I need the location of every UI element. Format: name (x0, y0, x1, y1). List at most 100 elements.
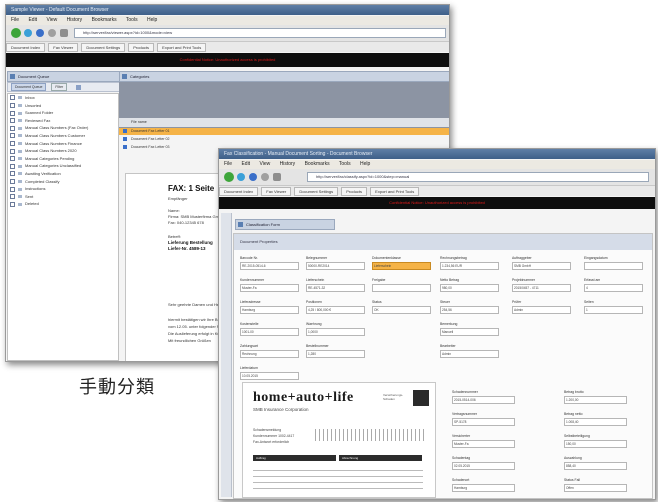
form-field-input[interactable]: SMB GmbH (512, 262, 571, 270)
doc-field-input[interactable]: 2015-0514-006 (452, 396, 515, 404)
tab-document-settings[interactable]: Document Settings (294, 187, 339, 196)
tab-export-print[interactable]: Export and Print Tools (157, 43, 207, 52)
doc-field-input[interactable]: 02.05.2015 (452, 462, 515, 470)
forward-arrow-icon[interactable] (24, 29, 32, 37)
form-field-input[interactable]: Admin (440, 350, 499, 358)
form-field-input[interactable]: 1,280 (306, 350, 365, 358)
checkbox-icon[interactable] (10, 171, 15, 177)
forward-arrow-icon[interactable] (237, 173, 245, 181)
doc-field-input[interactable]: 150,00 (564, 440, 627, 448)
menu-help[interactable]: Help (147, 17, 157, 23)
form-field-input[interactable]: Hamburg (240, 306, 299, 314)
checkbox-icon[interactable] (10, 148, 15, 154)
form-field-input[interactable]: Lieferschein (372, 262, 431, 270)
tab-products[interactable]: Products (341, 187, 368, 196)
tree-item[interactable]: Unsorted (8, 102, 118, 110)
tab-export-print[interactable]: Export and Print Tools (370, 187, 420, 196)
checkbox-icon[interactable] (10, 163, 15, 169)
tree-item[interactable]: Manual Categories Unclassified (8, 162, 118, 170)
form-field-input[interactable]: Rechnung (240, 350, 299, 358)
form-field-input[interactable]: RE-2015-0514-6 (240, 262, 299, 270)
checkbox-icon[interactable] (10, 125, 15, 131)
tree-item[interactable]: Reviewed Fax (8, 117, 118, 125)
menu-history[interactable]: History (67, 17, 83, 23)
form-field-input[interactable] (584, 262, 643, 270)
tab-fax-viewer[interactable]: Fax Viewer (48, 43, 79, 52)
checkbox-icon[interactable] (10, 141, 15, 146)
doc-field-input[interactable]: 858,40 (564, 462, 627, 470)
tab-document-index[interactable]: Document Index (6, 43, 46, 52)
home-icon[interactable] (60, 29, 68, 37)
checkbox-icon[interactable] (10, 118, 15, 124)
form-field-input[interactable]: 1,0000 (306, 328, 365, 336)
tree-item[interactable]: Deleted (8, 200, 118, 208)
doc-field-input[interactable]: Muster-Fa (452, 440, 515, 448)
tab-document-settings[interactable]: Document Settings (81, 43, 126, 52)
menu-bookmarks[interactable]: Bookmarks (92, 17, 117, 23)
menu-edit[interactable]: Edit (28, 17, 37, 23)
home-icon[interactable] (273, 173, 281, 181)
checkbox-icon[interactable] (10, 186, 15, 192)
tab-fax-viewer[interactable]: Fax Viewer (261, 187, 292, 196)
form-field-input[interactable]: 4,25 / 800,000 € (306, 306, 365, 314)
form-field-input[interactable]: 4 (584, 284, 643, 292)
left-toolbar-queue[interactable]: Document Queue (11, 83, 47, 91)
form-field-input[interactable]: Admin (512, 306, 571, 314)
menu-tools[interactable]: Tools (339, 161, 351, 167)
form-field-input[interactable]: 10.05.2015 (240, 372, 299, 380)
tree-item[interactable]: Inbox (8, 94, 118, 102)
form-field-input[interactable]: 254,56 (440, 306, 499, 314)
form-field-input[interactable] (372, 284, 431, 292)
stop-icon[interactable] (48, 29, 56, 37)
tree-item[interactable]: Manual Categories Pending (8, 155, 118, 163)
menu-tools[interactable]: Tools (126, 17, 138, 23)
form-field-input[interactable]: 2015/0457 - 4711 (512, 284, 571, 292)
tree-item[interactable]: Completed Classify (8, 178, 118, 186)
menu-help[interactable]: Help (360, 161, 370, 167)
checkbox-icon[interactable] (10, 178, 15, 184)
tree-item[interactable]: Instructions (8, 185, 118, 193)
back-address-bar[interactable]: http://server/fax/viewer.aspx?id=1000&mo… (74, 28, 446, 38)
tree-item[interactable]: Manual Class Numbers 2020 (8, 147, 118, 155)
checkbox-icon[interactable] (10, 201, 15, 207)
doc-field-input[interactable]: 1.200,00 (564, 396, 627, 404)
back-arrow-icon[interactable] (224, 172, 234, 182)
form-field-input[interactable]: 1001-00 (240, 328, 299, 336)
checkbox-icon[interactable] (10, 103, 15, 109)
doc-field-input[interactable]: 1.008,40 (564, 418, 627, 426)
doc-field-input[interactable]: Hamburg (452, 484, 515, 492)
checkbox-icon[interactable] (10, 194, 15, 200)
menu-bookmarks[interactable]: Bookmarks (305, 161, 330, 167)
form-field-input[interactable]: 50000-RE2014 (306, 262, 365, 270)
form-field-input[interactable]: 1 (584, 306, 643, 314)
form-field-input[interactable]: RE-4571-32 (306, 284, 365, 292)
back-list-row-selected[interactable]: Document Fax Letter 01 (119, 128, 449, 135)
form-field-input[interactable]: 980,00 (440, 284, 499, 292)
form-field-input[interactable]: Manuell (440, 328, 499, 336)
form-field-input[interactable]: OK (372, 306, 431, 314)
tree-item[interactable]: Sent (8, 193, 118, 201)
form-field-input[interactable]: 1.234,56 EUR (440, 262, 499, 270)
menu-file[interactable]: File (224, 161, 232, 167)
menu-edit[interactable]: Edit (241, 161, 250, 167)
doc-field-input[interactable]: Offen (564, 484, 627, 492)
tree-item[interactable]: Manual Class Numbers (Fax Order) (8, 124, 118, 132)
form-field-input[interactable]: Muster-Fa (240, 284, 299, 292)
left-toolbar-filter[interactable]: Filter (51, 83, 68, 91)
back-list-row[interactable]: Document Fax Letter 02 (119, 136, 449, 143)
left-toolbar-close-icon[interactable] (76, 84, 82, 90)
tree-item[interactable]: Awaiting Verification (8, 170, 118, 178)
reload-icon[interactable] (249, 173, 257, 181)
tree-item[interactable]: Manual Class Numbers Customer (8, 132, 118, 140)
back-arrow-icon[interactable] (11, 28, 21, 38)
checkbox-icon[interactable] (10, 133, 15, 139)
list-header-filename[interactable]: File name (131, 120, 147, 124)
menu-view[interactable]: View (259, 161, 270, 167)
front-address-bar[interactable]: http://server/fax/classify.aspx?id=1000&… (307, 172, 649, 182)
tree-item[interactable]: Manual Class Numbers Finance (8, 140, 118, 148)
menu-history[interactable]: History (280, 161, 296, 167)
doc-field-input[interactable]: SP-5178 (452, 418, 515, 426)
tree-item[interactable]: Scanned Folder (8, 109, 118, 117)
reload-icon[interactable] (36, 29, 44, 37)
tab-document-index[interactable]: Document Index (219, 187, 259, 196)
